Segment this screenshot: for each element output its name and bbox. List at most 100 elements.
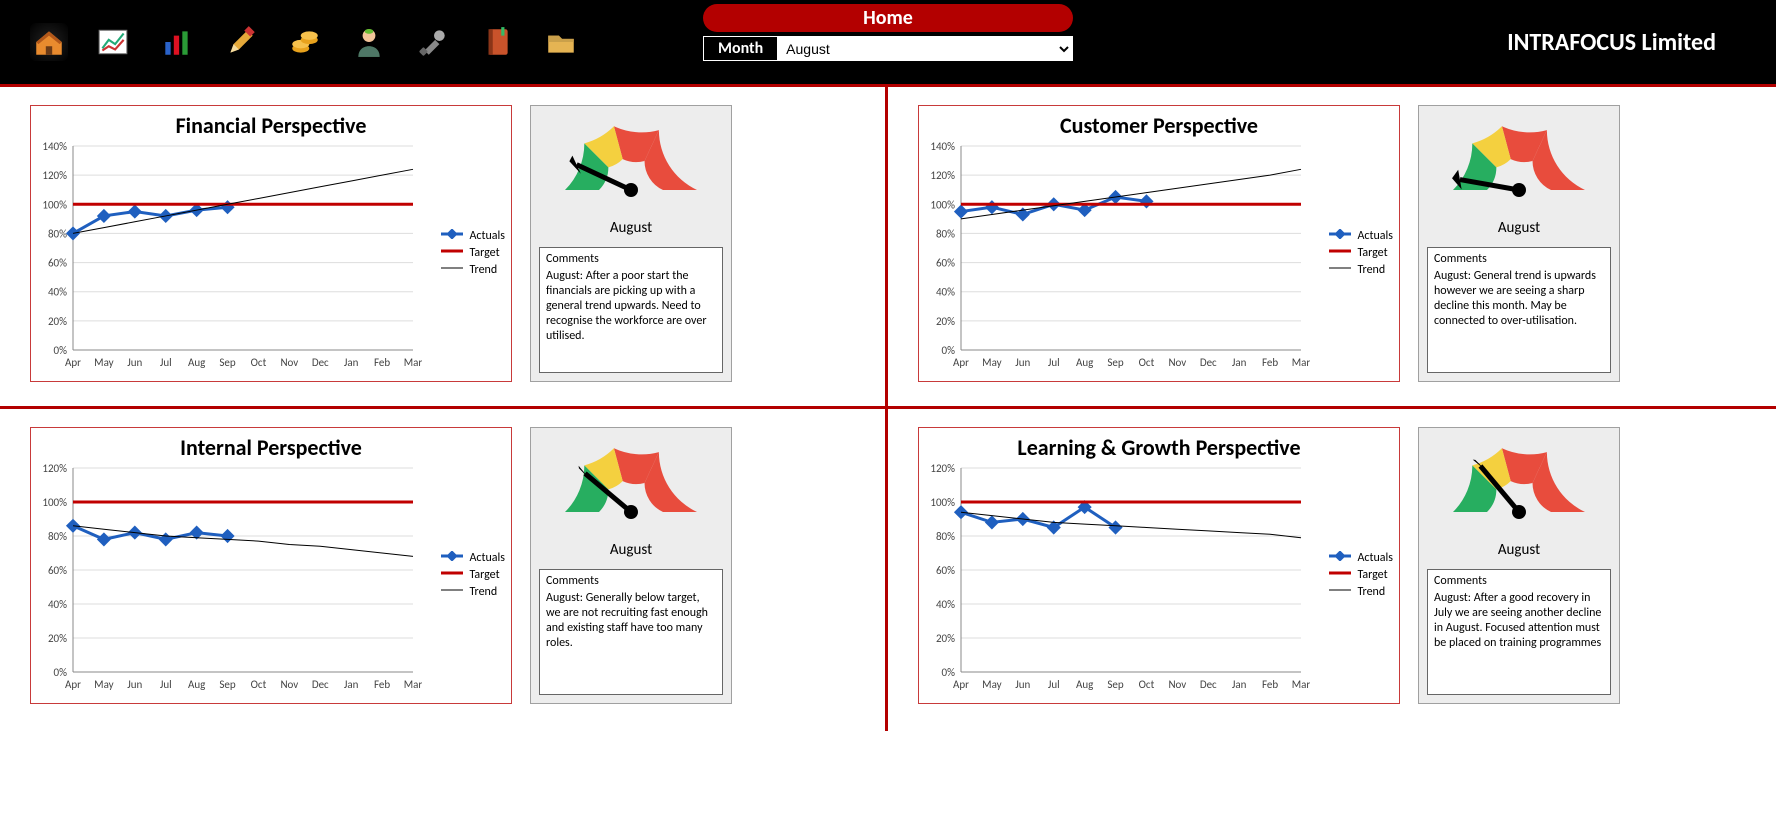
gauge-label: August [1498, 219, 1540, 237]
svg-text:Sep: Sep [219, 678, 236, 691]
legend-trend: Trend [1357, 263, 1385, 277]
tools-icon[interactable] [414, 23, 452, 61]
svg-text:80%: 80% [936, 227, 955, 240]
svg-text:Sep: Sep [219, 356, 236, 369]
cell-customer: Customer Perspective 0%20%40%60%80%100%1… [888, 87, 1776, 409]
svg-text:Mar: Mar [404, 356, 423, 369]
bars-icon[interactable] [158, 23, 196, 61]
month-selector: Month August [703, 36, 1073, 61]
svg-text:40%: 40% [936, 598, 955, 611]
side-card-learning: August Comments August: After a good rec… [1418, 427, 1620, 704]
svg-text:120%: 120% [42, 169, 67, 182]
svg-text:Dec: Dec [1200, 678, 1217, 691]
svg-text:Jul: Jul [1048, 678, 1060, 691]
dashboard-icon[interactable] [94, 23, 132, 61]
folder-icon[interactable] [542, 23, 580, 61]
gauge-internal [541, 428, 721, 539]
svg-text:May: May [982, 356, 1001, 369]
svg-text:Aug: Aug [188, 678, 205, 691]
legend-actuals: Actuals [1357, 551, 1393, 565]
brand-title: INTRAFOCUS Limited [1507, 28, 1716, 57]
chart-title: Internal Perspective [31, 434, 511, 461]
svg-text:Jan: Jan [1232, 356, 1247, 369]
comments-header: Comments [1434, 574, 1604, 589]
svg-text:Apr: Apr [65, 678, 81, 691]
header-center: Home Month August [703, 4, 1073, 61]
month-select[interactable]: August [778, 38, 1072, 60]
svg-text:60%: 60% [48, 564, 67, 577]
gauge-label: August [610, 541, 652, 559]
svg-text:120%: 120% [42, 462, 67, 475]
person-icon[interactable] [350, 23, 388, 61]
comments-header: Comments [1434, 252, 1604, 267]
gauge-financial [541, 106, 721, 217]
cell-learning: Learning & Growth Perspective 0%20%40%60… [888, 409, 1776, 731]
svg-text:Oct: Oct [251, 678, 267, 691]
dashboard-grid: Financial Perspective 0%20%40%60%80%100%… [0, 87, 1776, 731]
svg-text:Feb: Feb [374, 356, 390, 369]
comments-text: August: Generally below target, we are n… [546, 591, 716, 651]
svg-text:Oct: Oct [251, 356, 267, 369]
legend-actuals: Actuals [469, 229, 505, 243]
legend-target: Target [469, 246, 499, 260]
chart-card-learning: Learning & Growth Perspective 0%20%40%60… [918, 427, 1400, 704]
svg-text:Aug: Aug [1076, 678, 1093, 691]
home-icon[interactable] [30, 23, 68, 61]
svg-text:80%: 80% [48, 530, 67, 543]
pencil-icon[interactable] [222, 23, 260, 61]
svg-text:Jun: Jun [1015, 356, 1030, 369]
legend-target: Target [469, 568, 499, 582]
svg-text:Oct: Oct [1139, 356, 1155, 369]
gauge-label: August [610, 219, 652, 237]
svg-text:20%: 20% [936, 632, 955, 645]
svg-text:Oct: Oct [1139, 678, 1155, 691]
month-label: Month [704, 37, 778, 60]
comments-header: Comments [546, 252, 716, 267]
chart-legend: Actuals Target Trend [1329, 226, 1393, 280]
svg-text:20%: 20% [936, 315, 955, 328]
svg-text:Jun: Jun [127, 678, 142, 691]
legend-trend: Trend [469, 585, 497, 599]
svg-text:60%: 60% [936, 564, 955, 577]
svg-text:Dec: Dec [312, 678, 329, 691]
legend-actuals: Actuals [469, 551, 505, 565]
comments-text: August: After a poor start the financial… [546, 269, 716, 344]
svg-text:Dec: Dec [312, 356, 329, 369]
gauge-label: August [1498, 541, 1540, 559]
line-chart: 0%20%40%60%80%100%120%AprMayJunJulAugSep… [919, 462, 1399, 703]
legend-trend: Trend [469, 263, 497, 277]
svg-text:140%: 140% [930, 140, 955, 153]
cell-internal: Internal Perspective 0%20%40%60%80%100%1… [0, 409, 888, 731]
chart-legend: Actuals Target Trend [441, 548, 505, 602]
line-chart: 0%20%40%60%80%100%120%AprMayJunJulAugSep… [31, 462, 511, 703]
legend-target: Target [1357, 246, 1387, 260]
svg-text:100%: 100% [42, 496, 67, 509]
chart-title: Financial Perspective [31, 112, 511, 139]
legend-trend: Trend [1357, 585, 1385, 599]
comments-box: Comments August: Generally below target,… [539, 569, 723, 695]
chart-legend: Actuals Target Trend [1329, 548, 1393, 602]
svg-text:Aug: Aug [188, 356, 205, 369]
svg-text:60%: 60% [48, 257, 67, 270]
svg-text:100%: 100% [42, 198, 67, 211]
book-icon[interactable] [478, 23, 516, 61]
svg-text:120%: 120% [930, 169, 955, 182]
svg-text:140%: 140% [42, 140, 67, 153]
chart-legend: Actuals Target Trend [441, 226, 505, 280]
svg-text:40%: 40% [48, 598, 67, 611]
svg-text:Apr: Apr [953, 356, 969, 369]
coins-icon[interactable] [286, 23, 324, 61]
svg-text:Nov: Nov [280, 678, 298, 691]
svg-text:Mar: Mar [1292, 678, 1311, 691]
svg-text:Apr: Apr [953, 678, 969, 691]
svg-text:May: May [94, 356, 113, 369]
svg-text:Jan: Jan [344, 356, 359, 369]
chart-title: Learning & Growth Perspective [919, 434, 1399, 461]
svg-text:Jan: Jan [1232, 678, 1247, 691]
home-pill[interactable]: Home [703, 4, 1073, 32]
svg-text:Feb: Feb [1262, 678, 1278, 691]
legend-actuals: Actuals [1357, 229, 1393, 243]
svg-text:Jul: Jul [160, 678, 172, 691]
svg-text:Aug: Aug [1076, 356, 1093, 369]
comments-header: Comments [546, 574, 716, 589]
